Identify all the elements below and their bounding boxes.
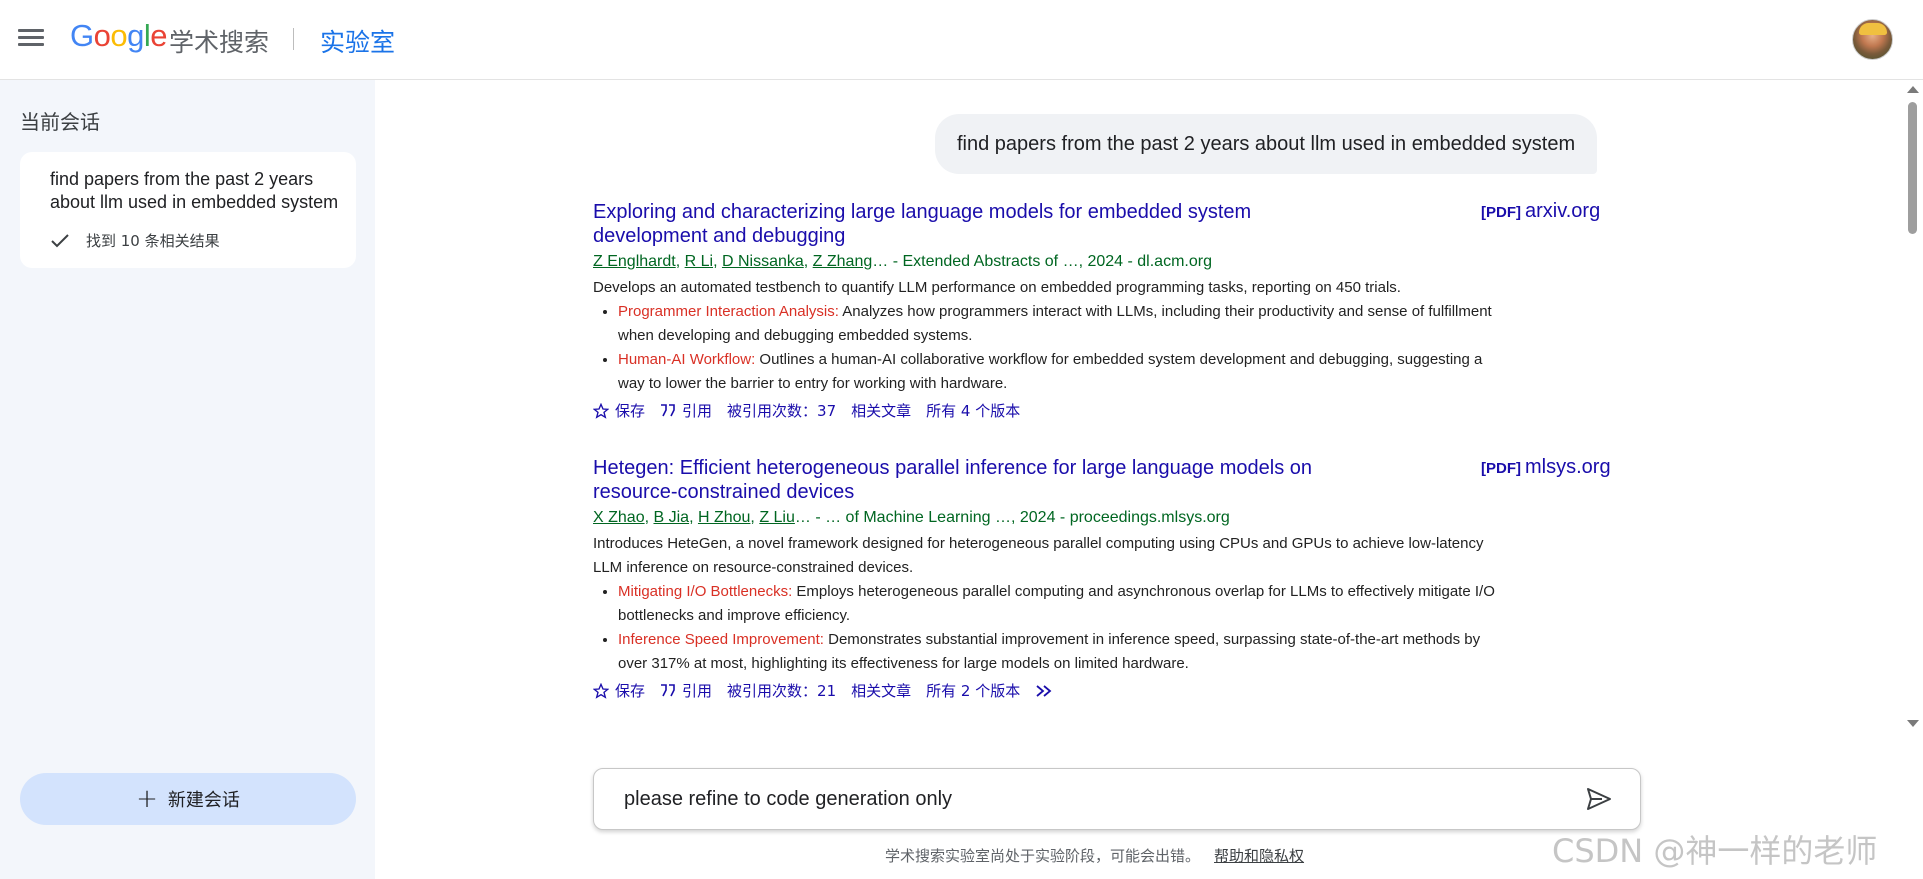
star-icon [593,682,609,699]
result-summary: Introduces HeteGen, a novel framework de… [593,535,1484,576]
user-query-bubble: find papers from the past 2 years about … [935,114,1598,174]
scroll-up-icon[interactable] [1907,86,1919,93]
new-chat-label: 新建会话 [167,790,240,811]
quote-icon [661,683,675,696]
labs-label[interactable]: 实验室 [320,23,395,59]
pdf-tag: [PDF] [1481,460,1521,477]
list-item: Human-AI Workflow: Outlines a human-AI c… [618,348,1503,396]
session-card[interactable]: find papers from the past 2 years about … [20,152,356,268]
pdf-source: mlsys.org [1525,456,1611,478]
bullet-label: Programmer Interaction Analysis: [618,303,839,320]
result-bullets: Programmer Interaction Analysis: Analyze… [618,300,1503,396]
author-link[interactable]: Z Liu [759,509,795,526]
star-icon [593,402,609,419]
result-venue: … - Extended Abstracts of …, 2024 - dl.a… [872,253,1212,270]
author-link[interactable]: X Zhao [593,509,645,526]
author-link[interactable]: Z Zhang [813,253,873,270]
chat-composer [593,768,1641,830]
watermark: CSDN @神一样的老师 [1552,832,1878,870]
result-actions: 保存 引用 被引用次数：37 相关文章 所有 4 个版本 [593,400,1623,421]
result-meta: X Zhao, B Jia, H Zhou, Z Liu… - … of Mac… [593,509,1230,526]
result-meta: Z Englhardt, R Li, D Nissanka, Z Zhang… … [593,253,1212,270]
result-venue: … - … of Machine Learning …, 2024 - proc… [794,509,1230,526]
author-link[interactable]: D Nissanka [722,253,804,270]
result-item: Exploring and characterizing large langu… [593,200,1623,421]
bullet-label: Human-AI Workflow: [618,351,756,368]
google-logo[interactable]: Google [70,18,168,54]
top-header: Google 学术搜索 实验室 [0,0,1923,80]
all-versions-link[interactable]: 所有 4 个版本 [926,400,1020,421]
sidebar-title: 当前会话 [20,110,100,134]
user-avatar[interactable] [1852,19,1893,60]
pdf-link[interactable]: [PDF] mlsys.org [1481,456,1611,479]
related-articles-link[interactable]: 相关文章 [851,680,911,701]
result-summary: Develops an automated testbench to quant… [593,279,1401,296]
all-versions-link[interactable]: 所有 2 个版本 [926,680,1020,701]
result-title-link[interactable]: Exploring and characterizing large langu… [593,200,1333,248]
result-actions: 保存 引用 被引用次数：21 相关文章 所有 2 个版本 [593,680,1623,701]
quote-icon [661,403,675,416]
cite-button[interactable]: 引用 [660,680,712,701]
scroll-thumb[interactable] [1908,102,1917,234]
session-status-text: 找到 10 条相关结果 [86,232,220,250]
footer-notice: 学术搜索实验室尚处于实验阶段，可能会出错。 帮助和隐私权 [885,845,1304,866]
bullet-label: Mitigating I/O Bottlenecks: [618,583,793,600]
pdf-tag: [PDF] [1481,204,1521,221]
cited-by-link[interactable]: 被引用次数：21 [727,680,836,701]
author-link[interactable]: R Li [685,253,713,270]
list-item: Programmer Interaction Analysis: Analyze… [618,300,1503,348]
save-button[interactable]: 保存 [593,680,645,701]
product-name[interactable]: 学术搜索 [169,23,269,59]
author-link[interactable]: H Zhou [698,509,750,526]
chat-input[interactable] [624,783,1564,815]
result-bullets: Mitigating I/O Bottlenecks: Employs hete… [618,580,1503,676]
sidebar: 当前会话 find papers from the past 2 years a… [0,80,375,879]
author-link[interactable]: B Jia [653,509,689,526]
check-icon [51,233,69,247]
pdf-source: arxiv.org [1525,200,1601,222]
menu-icon[interactable] [18,25,52,53]
main-content: find papers from the past 2 years about … [375,80,1923,879]
list-item: Mitigating I/O Bottlenecks: Employs hete… [618,580,1503,628]
result-item: Hetegen: Efficient heterogeneous paralle… [593,456,1623,701]
session-status: 找到 10 条相关结果 [50,230,220,251]
bullet-label: Inference Speed Improvement: [618,631,824,648]
header-divider [293,28,294,50]
pdf-link[interactable]: [PDF] arxiv.org [1481,200,1600,223]
scroll-down-icon[interactable] [1907,720,1919,727]
save-button[interactable]: 保存 [593,400,645,421]
related-articles-link[interactable]: 相关文章 [851,400,911,421]
new-chat-button[interactable]: + 新建会话 [20,773,356,825]
send-icon[interactable] [1584,785,1616,815]
more-double-chevron-icon[interactable] [1035,684,1061,698]
list-item: Inference Speed Improvement: Demonstrate… [618,628,1503,676]
plus-icon: + [136,784,158,814]
cite-button[interactable]: 引用 [660,400,712,421]
author-link[interactable]: Z Englhardt [593,253,676,270]
help-privacy-link[interactable]: 帮助和隐私权 [1214,847,1304,865]
footer-text: 学术搜索实验室尚处于实验阶段，可能会出错。 [885,847,1201,865]
scrollbar[interactable] [1903,80,1923,728]
result-title-link[interactable]: Hetegen: Efficient heterogeneous paralle… [593,456,1333,504]
cited-by-link[interactable]: 被引用次数：37 [727,400,836,421]
session-title: find papers from the past 2 years about … [50,169,339,212]
